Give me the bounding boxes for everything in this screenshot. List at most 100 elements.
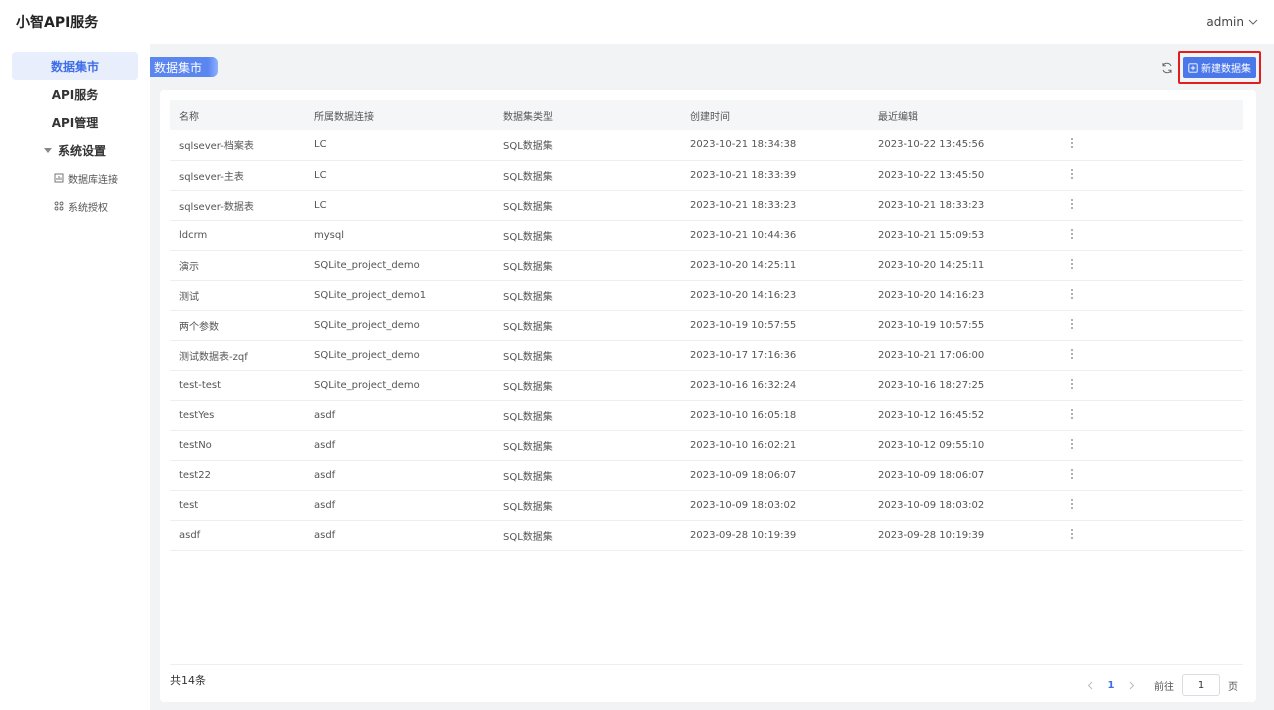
column-header-created[interactable]: 创建时间 (681, 100, 869, 130)
new-dataset-button[interactable]: 新建数据集 (1183, 57, 1256, 78)
row-actions (1058, 400, 1243, 431)
cell-type: SQL数据集 (494, 130, 681, 161)
cell-edited: 2023-10-21 18:33:23 (869, 190, 1058, 221)
prev-page-button[interactable] (1080, 676, 1100, 694)
cell-connection: asdf (305, 490, 494, 521)
cell-type: SQL数据集 (494, 340, 681, 371)
more-vertical-icon[interactable] (1067, 137, 1077, 149)
refresh-icon[interactable] (1160, 61, 1174, 75)
cell-name: 测试 (170, 280, 305, 311)
column-header-type[interactable]: 数据集类型 (494, 100, 681, 130)
row-actions (1058, 340, 1243, 371)
table-body: sqlsever-档案表 LC SQL数据集 2023-10-21 18:34:38 2… (170, 130, 1243, 551)
cell-created: 2023-10-21 18:33:23 (681, 190, 869, 221)
table-row[interactable]: testNo asdf SQL数据集 2023-10-10 16:02:21 2023-… (170, 430, 1243, 461)
more-vertical-icon[interactable] (1067, 318, 1077, 330)
cell-connection: asdf (305, 520, 494, 551)
cell-created: 2023-10-10 16:02:21 (681, 430, 869, 461)
page-number[interactable]: 1 (1100, 680, 1122, 691)
cell-edited: 2023-10-19 10:57:55 (869, 310, 1058, 341)
more-vertical-icon[interactable] (1067, 348, 1077, 360)
cell-created: 2023-10-21 18:33:39 (681, 160, 869, 191)
cell-connection: SQLite_project_demo (305, 370, 494, 401)
more-vertical-icon[interactable] (1067, 228, 1077, 240)
cell-name: testYes (170, 400, 305, 431)
cell-edited: 2023-10-22 13:45:56 (869, 130, 1058, 161)
more-vertical-icon[interactable] (1067, 378, 1077, 390)
sidebar-item-data-market[interactable]: 数据集市 (12, 52, 138, 80)
chevron-down-icon (1248, 19, 1258, 25)
footer-divider (170, 664, 1243, 665)
cell-type: SQL数据集 (494, 490, 681, 521)
caret-down-icon (43, 148, 52, 153)
more-vertical-icon[interactable] (1067, 468, 1077, 480)
more-vertical-icon[interactable] (1067, 438, 1077, 450)
table-row[interactable]: test22 asdf SQL数据集 2023-10-09 18:06:07 2023-… (170, 460, 1243, 491)
more-vertical-icon[interactable] (1067, 288, 1077, 300)
cell-type: SQL数据集 (494, 310, 681, 341)
cell-type: SQL数据集 (494, 280, 681, 311)
table-row[interactable]: sqlsever-档案表 LC SQL数据集 2023-10-21 18:34:38 2… (170, 130, 1243, 161)
table-row[interactable]: test asdf SQL数据集 2023-10-09 18:03:02 2023-10… (170, 490, 1243, 521)
cell-edited: 2023-10-16 18:27:25 (869, 370, 1058, 401)
cell-connection: LC (305, 190, 494, 221)
cell-edited: 2023-10-20 14:16:23 (869, 280, 1058, 311)
cell-name: test22 (170, 460, 305, 491)
cell-name: 演示 (170, 250, 305, 281)
table-row[interactable]: 两个参数 SQLite_project_demo SQL数据集 2023-10-19 … (170, 310, 1243, 341)
cell-type: SQL数据集 (494, 520, 681, 551)
cell-created: 2023-10-16 16:32:24 (681, 370, 869, 401)
table-row[interactable]: ldcrm mysql SQL数据集 2023-10-21 10:44:36 2023-… (170, 220, 1243, 251)
column-header-connection[interactable]: 所属数据连接 (305, 100, 494, 130)
cell-edited: 2023-10-20 14:25:11 (869, 250, 1058, 281)
chevron-right-icon (1129, 681, 1135, 689)
more-vertical-icon[interactable] (1067, 168, 1077, 180)
sidebar-item-label: API服务 (51, 87, 99, 102)
cell-edited: 2023-10-12 09:55:10 (869, 430, 1058, 461)
top-header: 小智API服务 admin (0, 0, 1274, 44)
more-vertical-icon[interactable] (1067, 198, 1077, 210)
cell-connection: SQLite_project_demo (305, 340, 494, 371)
cell-name: sqlsever-档案表 (170, 130, 305, 161)
user-menu[interactable]: admin (1206, 15, 1258, 29)
cell-created: 2023-10-20 14:25:11 (681, 250, 869, 281)
breadcrumb-label: 数据集市 (154, 60, 203, 75)
cell-edited: 2023-09-28 10:19:39 (869, 520, 1058, 551)
new-dataset-label: 新建数据集 (1201, 64, 1251, 75)
cell-type: SQL数据集 (494, 250, 681, 281)
table-row[interactable]: testYes asdf SQL数据集 2023-10-10 16:05:18 2023… (170, 400, 1243, 431)
page-suffix: 页 (1228, 681, 1238, 693)
table-row[interactable]: 演示 SQLite_project_demo SQL数据集 2023-10-20 14… (170, 250, 1243, 281)
goto-page-input[interactable] (1182, 674, 1220, 696)
cell-name: sqlsever-数据表 (170, 190, 305, 221)
row-actions (1058, 220, 1243, 251)
cell-type: SQL数据集 (494, 190, 681, 221)
next-page-button[interactable] (1122, 676, 1142, 694)
table-row[interactable]: 测试 SQLite_project_demo1 SQL数据集 2023-10-20 1… (170, 280, 1243, 311)
row-actions (1058, 430, 1243, 461)
table-row[interactable]: sqlsever-数据表 LC SQL数据集 2023-10-21 18:33:23 2… (170, 190, 1243, 221)
more-vertical-icon[interactable] (1067, 528, 1077, 540)
sidebar-group-label: 系统设置 (57, 143, 106, 158)
table-row[interactable]: 测试数据表-zqf SQLite_project_demo SQL数据集 2023-1… (170, 340, 1243, 371)
cell-connection: LC (305, 160, 494, 191)
sidebar-item-database-connection[interactable]: 数据库连接 (12, 164, 138, 192)
more-vertical-icon[interactable] (1067, 498, 1077, 510)
more-vertical-icon[interactable] (1067, 258, 1077, 270)
more-vertical-icon[interactable] (1067, 408, 1077, 420)
cell-edited: 2023-10-21 15:09:53 (869, 220, 1058, 251)
sidebar-group-system-settings[interactable]: 系统设置 (12, 136, 138, 164)
sidebar: 数据集市 API服务 API管理 系统设置 数据库连接 系统授权 (0, 44, 150, 710)
column-header-edited[interactable]: 最近编辑 (869, 100, 1058, 130)
sidebar-item-label: API管理 (51, 115, 99, 130)
table-row[interactable]: asdf asdf SQL数据集 2023-09-28 10:19:39 2023-09… (170, 520, 1243, 551)
table-row[interactable]: test-test SQLite_project_demo SQL数据集 2023-1… (170, 370, 1243, 401)
table-row[interactable]: sqlsever-主表 LC SQL数据集 2023-10-21 18:33:39 20… (170, 160, 1243, 191)
new-dataset-highlight: 新建数据集 (1178, 51, 1261, 84)
cell-connection: asdf (305, 400, 494, 431)
sidebar-item-api-service[interactable]: API服务 (12, 80, 138, 108)
column-header-name[interactable]: 名称 (170, 100, 305, 130)
sidebar-item-system-authorization[interactable]: 系统授权 (12, 192, 138, 220)
sidebar-item-api-management[interactable]: API管理 (12, 108, 138, 136)
cell-created: 2023-10-09 18:06:07 (681, 460, 869, 491)
